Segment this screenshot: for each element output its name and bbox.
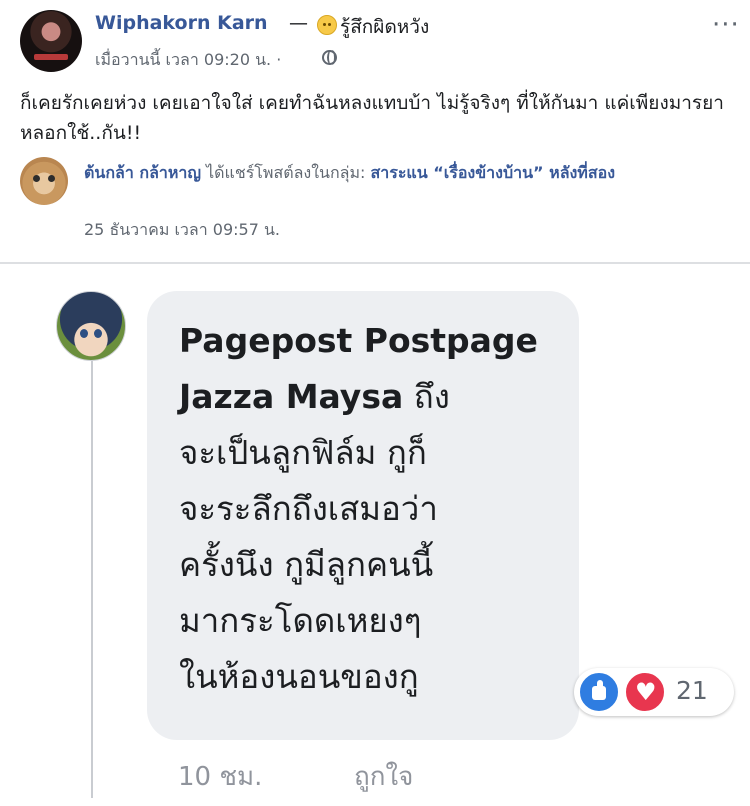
sharer-avatar[interactable] <box>20 157 68 205</box>
more-options-icon[interactable]: ··· <box>712 12 740 38</box>
comment-first-line: Jazza Maysa ถึง <box>179 369 553 425</box>
commenter-avatar[interactable] <box>56 291 126 361</box>
comment-text-line: จะเป็นลูกฟิล์ม กูก็ <box>179 433 427 472</box>
post-header: Wiphakorn Karn — รู้สึกผิดหวัง เมื่อวานน… <box>0 0 750 80</box>
comment-text-inline: ถึง <box>403 377 450 416</box>
share-line: ต้นกล้า กล้าหาญ ได้แชร์โพสต์ลงในกลุ่ม: ส… <box>84 160 734 185</box>
comment-bubble: Pagepost Postpage Jazza Maysa ถึง จะเป็น… <box>147 291 579 740</box>
share-timestamp[interactable]: 25 ธันวาคม เวลา 09:57 น. <box>84 218 280 243</box>
group-name[interactable]: สาระแน “เรื่องข้างบ้าน” หลังที่สอง <box>370 163 615 182</box>
like-button[interactable]: ถูกใจ <box>354 756 413 797</box>
love-icon: ♥ <box>624 671 666 713</box>
author-avatar[interactable] <box>20 10 82 72</box>
comment-text-line: ในห้องนอนของกู <box>179 657 419 696</box>
comment-text-line: จะระลึกถึงเสมอว่า <box>179 489 438 528</box>
reaction-count: 21 <box>676 676 708 705</box>
feeling-label: รู้สึกผิดหวัง <box>340 16 430 38</box>
thread-line <box>91 358 93 798</box>
sad-face-icon <box>317 15 337 35</box>
feeling-separator: — <box>289 12 308 34</box>
author-name[interactable]: Wiphakorn Karn <box>95 12 268 34</box>
comment-text-line: มากระโดดเหยงๆ <box>179 601 422 640</box>
post-text: ก็เคยรักเคยห่วง เคยเอาใจใส่ เคยทำฉันหลงแ… <box>20 92 724 144</box>
reaction-summary[interactable]: ♥ 21 <box>574 668 734 716</box>
sharer-name[interactable]: ต้นกล้า กล้าหาญ <box>84 163 201 182</box>
commenter-name[interactable]: Pagepost Postpage <box>179 313 553 369</box>
comment-section: Pagepost Postpage Jazza Maysa ถึง จะเป็น… <box>0 264 750 806</box>
tagged-user[interactable]: Jazza Maysa <box>179 377 403 416</box>
comment-text-line: ครั้งนึง กูมีลูกคนนี้ <box>179 545 434 584</box>
share-action-text: ได้แชร์โพสต์ลงในกลุ่ม: <box>201 163 371 182</box>
globe-icon[interactable] <box>322 50 337 65</box>
like-icon <box>578 671 620 713</box>
post-timestamp[interactable]: เมื่อวานนี้ เวลา 09:20 น. · <box>95 48 281 73</box>
comment-time[interactable]: 10 ชม. <box>178 756 262 797</box>
